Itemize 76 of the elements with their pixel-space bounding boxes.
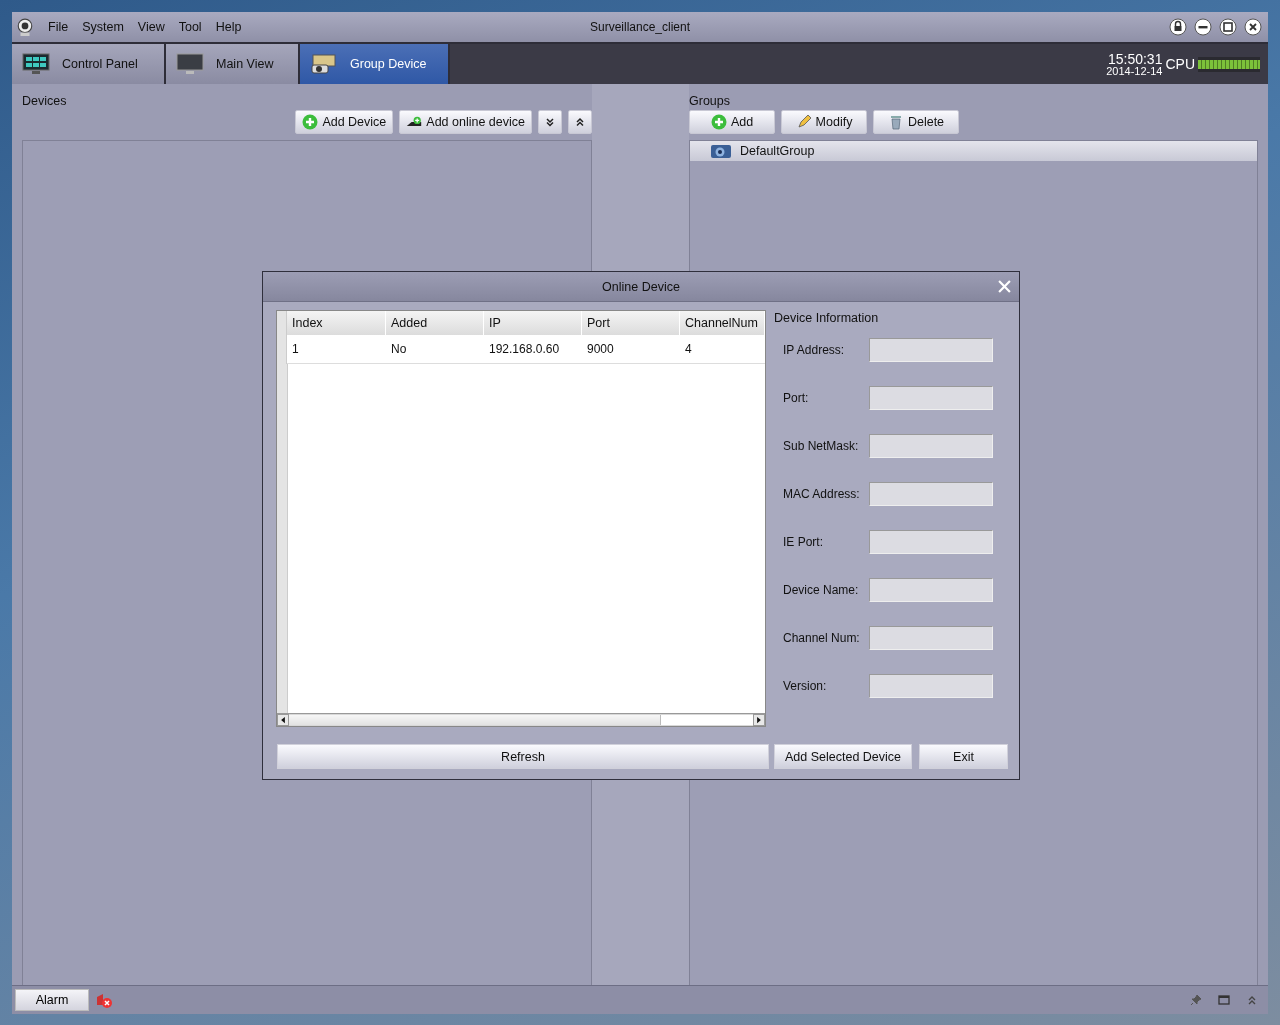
clock-time: 15:50:31 (1107, 51, 1163, 66)
row-header (277, 311, 287, 335)
group-tree-item[interactable]: DefaultGroup (690, 141, 1257, 161)
double-chevron-down-icon (545, 117, 555, 127)
menu-item[interactable]: Help (209, 20, 250, 34)
plus-icon (302, 114, 319, 130)
devices-heading: Devices (22, 94, 68, 110)
alarm-off-icon[interactable] (95, 991, 113, 1009)
field-label: Channel Num: (783, 631, 861, 645)
menu-item[interactable]: System (76, 20, 132, 34)
column-header[interactable]: IP (484, 311, 582, 335)
column-header[interactable]: Added (386, 311, 484, 335)
input-field[interactable] (869, 338, 993, 362)
menu-item[interactable]: View (131, 20, 173, 34)
add-group-button[interactable]: Add (689, 110, 775, 134)
input-field[interactable] (869, 674, 993, 698)
column-header[interactable]: ChannelNum (680, 311, 765, 335)
table-cell: 4 (680, 335, 765, 364)
dialog-button[interactable]: Exit (919, 744, 1008, 769)
input-field[interactable] (869, 578, 993, 602)
field-label: Device Name: (783, 583, 860, 597)
tab[interactable]: Control Panel (12, 44, 166, 84)
add-online-device-button[interactable]: Add online device (399, 110, 532, 134)
table-cell: 192.168.0.60 (484, 335, 582, 364)
window-icon[interactable] (1218, 994, 1230, 1006)
webcam-icon (16, 18, 34, 36)
menu-item[interactable]: Tool (172, 20, 210, 34)
close-icon[interactable] (1244, 18, 1262, 36)
field-label: MAC Address: (783, 487, 861, 501)
camera-icon (310, 53, 338, 75)
collapse-button[interactable] (568, 110, 592, 134)
input-field[interactable] (869, 530, 993, 554)
modify-button[interactable]: Modify (781, 110, 867, 134)
pin-icon[interactable] (1190, 994, 1202, 1006)
input-field[interactable] (869, 482, 993, 506)
scroll-left-icon[interactable] (277, 714, 289, 726)
alarm-button[interactable]: Alarm (15, 989, 89, 1011)
refresh-button[interactable]: Refresh (277, 744, 769, 769)
lock-icon[interactable] (1169, 18, 1187, 36)
column-header[interactable]: Index (287, 311, 386, 335)
field-label: IE Port: (783, 535, 824, 549)
double-chevron-up-icon[interactable] (1246, 994, 1258, 1006)
device-information-heading: Device Information (774, 311, 880, 326)
column-header[interactable]: Port (582, 311, 680, 335)
field-label: Port: (783, 391, 810, 405)
table-cell: No (386, 335, 484, 364)
dashboard-screen-icon (22, 53, 50, 75)
groups-heading: Groups (689, 94, 731, 110)
input-field[interactable] (869, 434, 993, 458)
plus-icon (710, 114, 727, 130)
tab[interactable]: Group Device (300, 44, 450, 84)
scroll-right-icon[interactable] (753, 714, 765, 726)
field-label: IP Address: (783, 343, 846, 357)
field-label: Version: (783, 679, 828, 693)
minimize-icon[interactable] (1194, 18, 1212, 36)
expand-button[interactable] (538, 110, 562, 134)
menu-item[interactable]: File (42, 20, 77, 34)
field-label: Sub NetMask: (783, 439, 860, 453)
add-device-button[interactable]: Add Device (295, 110, 394, 134)
double-chevron-up-icon (575, 117, 585, 127)
tab[interactable]: Main View (166, 44, 300, 84)
camera-folder-icon (710, 143, 732, 159)
table-cell: 9000 (582, 335, 680, 364)
monitor-icon (176, 53, 204, 75)
horizontal-scrollbar[interactable] (277, 713, 765, 726)
pencil-icon (795, 114, 812, 130)
delete-button[interactable]: Delete (873, 110, 959, 134)
input-field[interactable] (869, 386, 993, 410)
cpu-label: CPU (1165, 56, 1195, 72)
dialog-title: Online Device (602, 279, 680, 294)
maximize-icon[interactable] (1219, 18, 1237, 36)
input-field[interactable] (869, 626, 993, 650)
clock-date: 2014-12-14 (1106, 65, 1163, 77)
table-cell: 1 (287, 335, 386, 364)
dialog-button[interactable]: Add Selected Device (774, 744, 912, 769)
window-title: Surveillance_client (589, 20, 691, 34)
